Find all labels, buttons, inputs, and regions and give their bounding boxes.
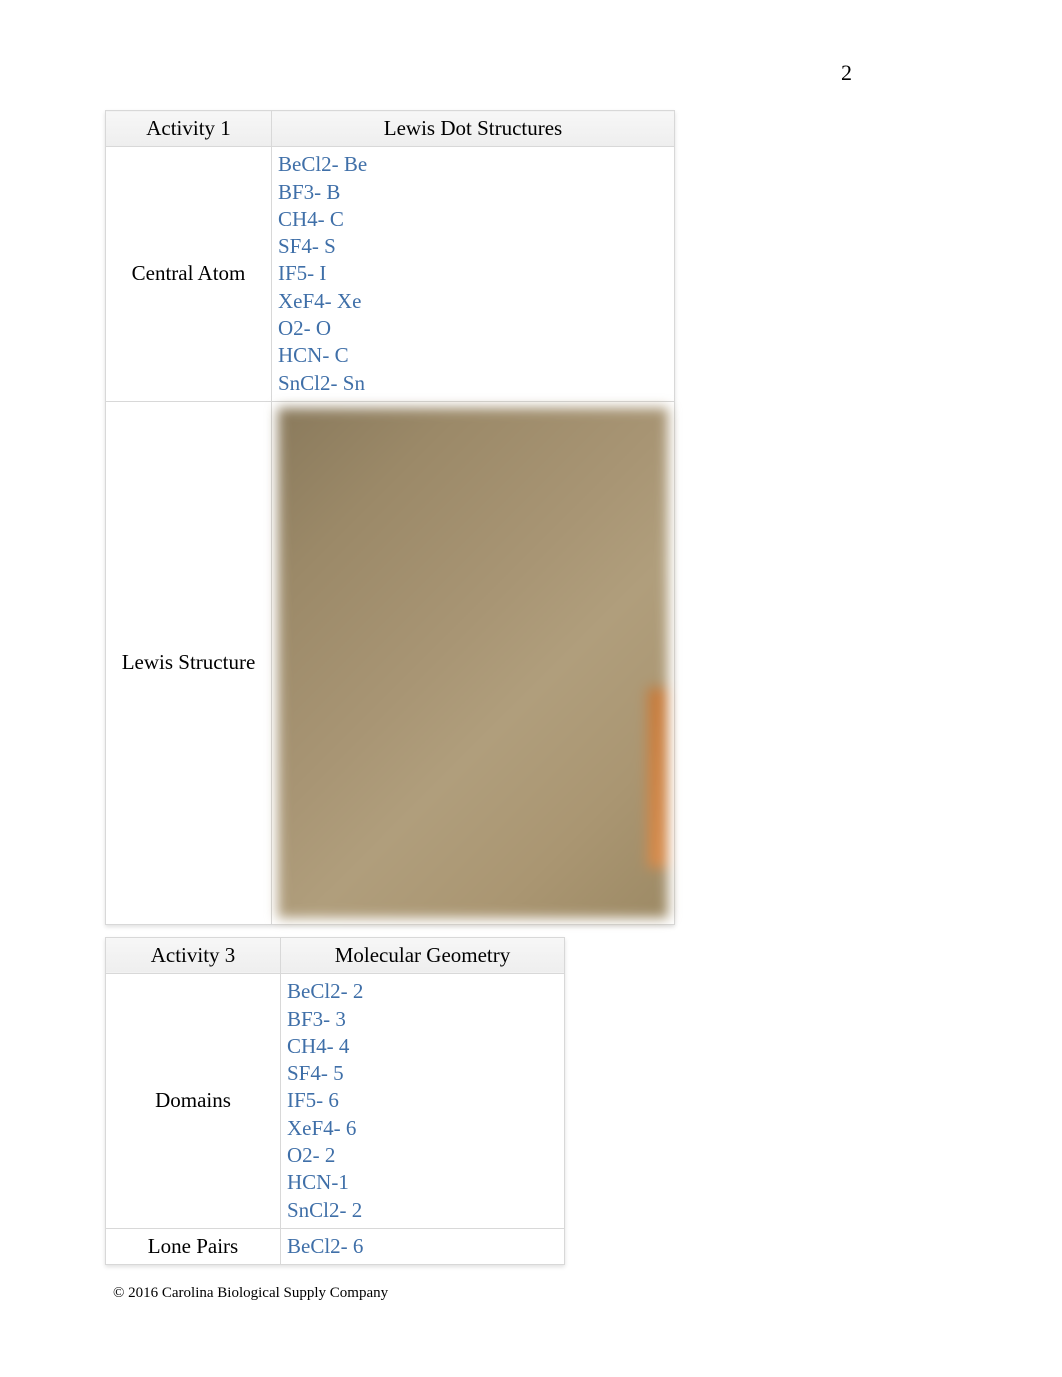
domains-list: BeCl2- 2 BF3- 3 CH4- 4 SF4- 5 IF5- 6 XeF… (285, 978, 556, 1224)
table-row: Lewis Structure (106, 401, 675, 924)
lewis-structure-image (278, 408, 668, 918)
list-item: BF3- B (276, 179, 666, 206)
list-item: CH4- 4 (285, 1033, 556, 1060)
list-item: HCN-1 (285, 1169, 556, 1196)
table-row: Central Atom BeCl2- Be BF3- B CH4- C SF4… (106, 147, 675, 402)
table-activity-3: Activity 3 Molecular Geometry Domains Be… (105, 937, 565, 1265)
label-lone-pairs: Lone Pairs (106, 1228, 281, 1264)
lone-pairs-list: BeCl2- 6 (285, 1233, 556, 1260)
label-central-atom: Central Atom (106, 147, 272, 402)
header-activity-1: Activity 1 (106, 111, 272, 147)
table-row: Lone Pairs BeCl2- 6 (106, 1228, 565, 1264)
page-number: 2 (841, 60, 852, 86)
list-item: SF4- 5 (285, 1060, 556, 1087)
list-item: SnCl2- 2 (285, 1197, 556, 1224)
list-item: SnCl2- Sn (276, 370, 666, 397)
table-row: Activity 1 Lewis Dot Structures (106, 111, 675, 147)
list-item: CH4- C (276, 206, 666, 233)
list-item: BeCl2- Be (276, 151, 666, 178)
label-lewis-structure: Lewis Structure (106, 401, 272, 924)
header-activity-3: Activity 3 (106, 937, 281, 973)
lewis-structure-image-cell (272, 401, 675, 924)
table-activity-1: Activity 1 Lewis Dot Structures Central … (105, 110, 675, 925)
list-item: O2- 2 (285, 1142, 556, 1169)
domains-values: BeCl2- 2 BF3- 3 CH4- 4 SF4- 5 IF5- 6 XeF… (281, 974, 565, 1229)
lone-pairs-values: BeCl2- 6 (281, 1228, 565, 1264)
central-atom-list: BeCl2- Be BF3- B CH4- C SF4- S IF5- I Xe… (276, 151, 666, 397)
table-row: Domains BeCl2- 2 BF3- 3 CH4- 4 SF4- 5 IF… (106, 974, 565, 1229)
list-item: HCN- C (276, 342, 666, 369)
page-content: Activity 1 Lewis Dot Structures Central … (0, 0, 680, 1302)
list-item: XeF4- Xe (276, 288, 666, 315)
header-lewis-dot: Lewis Dot Structures (272, 111, 675, 147)
table-row: Activity 3 Molecular Geometry (106, 937, 565, 973)
list-item: SF4- S (276, 233, 666, 260)
list-item: BeCl2- 6 (285, 1233, 556, 1260)
list-item: IF5- I (276, 260, 666, 287)
list-item: BeCl2- 2 (285, 978, 556, 1005)
label-domains: Domains (106, 974, 281, 1229)
list-item: XeF4- 6 (285, 1115, 556, 1142)
header-molecular-geometry: Molecular Geometry (281, 937, 565, 973)
list-item: O2- O (276, 315, 666, 342)
central-atom-values: BeCl2- Be BF3- B CH4- C SF4- S IF5- I Xe… (272, 147, 675, 402)
footer-copyright: © 2016 Carolina Biological Supply Compan… (105, 1285, 680, 1302)
list-item: BF3- 3 (285, 1006, 556, 1033)
list-item: IF5- 6 (285, 1087, 556, 1114)
